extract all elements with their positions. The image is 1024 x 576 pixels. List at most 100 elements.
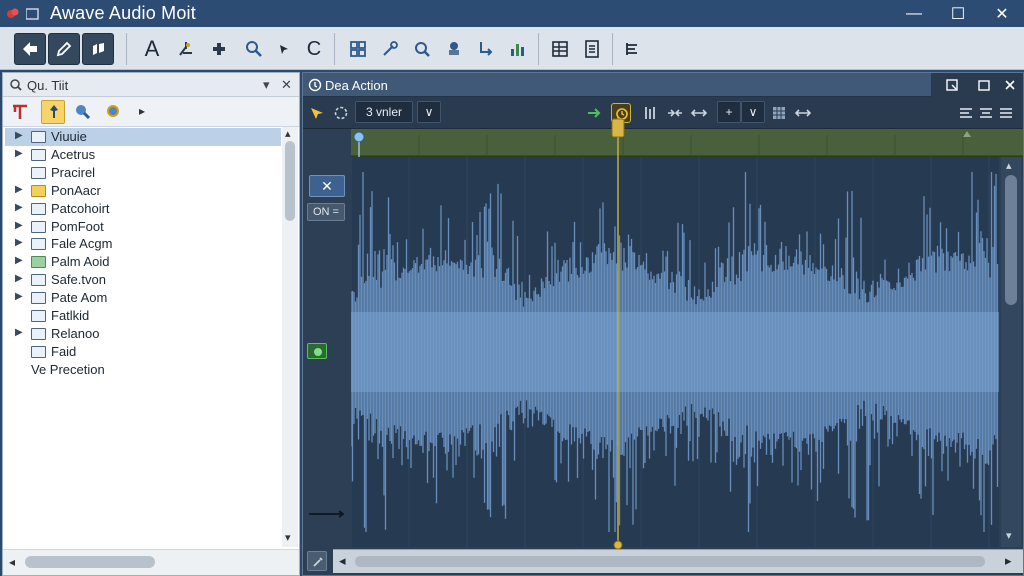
track-on-toggle[interactable]: ON = <box>307 203 345 221</box>
tree-item[interactable]: Ve Precetion <box>5 361 281 379</box>
bars-icon[interactable] <box>643 105 659 121</box>
panel-dropdown-icon[interactable]: ▾ <box>263 77 270 93</box>
stamp-icon <box>449 42 459 55</box>
tree-item[interactable]: ▶ Fale Acgm <box>5 235 281 253</box>
search-tool-button[interactable] <box>406 33 438 65</box>
find-icon[interactable] <box>103 103 123 121</box>
editor-vertical-scrollbar[interactable]: ▴ ▾ <box>1001 157 1021 547</box>
stamp-tool-button[interactable] <box>438 33 470 65</box>
waveform-display[interactable] <box>350 157 999 547</box>
c-tool-button[interactable]: C <box>298 33 330 65</box>
minimize-button[interactable]: — <box>892 0 936 27</box>
view-mode-chevron[interactable]: ∨ <box>417 101 441 123</box>
expand-arrow-icon[interactable]: ▶ <box>15 291 23 302</box>
marker-tool-button[interactable] <box>82 33 114 65</box>
expand-arrow-icon[interactable]: ▶ <box>15 220 23 231</box>
more-tools-icon[interactable]: ▸ <box>139 104 145 118</box>
select-arrow-icon[interactable] <box>309 105 325 121</box>
tree-item[interactable]: ▶ Viuuie <box>5 128 281 146</box>
tree-item[interactable]: Faid <box>5 343 281 361</box>
timeline-ruler[interactable] <box>351 129 1023 157</box>
snap-grid-icon[interactable] <box>771 105 787 121</box>
tool-settings-button[interactable] <box>307 551 327 571</box>
scroll-down-icon[interactable]: ▾ <box>1006 529 1012 542</box>
document-button[interactable] <box>576 33 608 65</box>
expand-arrow-icon[interactable]: ▶ <box>15 148 23 159</box>
tree-item[interactable]: Fatlkid <box>5 307 281 325</box>
zoom-tool-button[interactable] <box>238 33 270 65</box>
list-options-button[interactable] <box>616 33 648 65</box>
file-browser-header: Qu. Tiit ▾ ✕ <box>3 73 299 97</box>
scrollbar-thumb[interactable] <box>355 556 985 567</box>
tree-vertical-scrollbar[interactable]: ▴ ▾ <box>282 127 298 547</box>
grid-view-button[interactable] <box>342 33 374 65</box>
loop-icon[interactable] <box>333 105 349 121</box>
editor-horizontal-scrollbar[interactable]: ◂ ▸ <box>333 549 1023 573</box>
app-menu-icon[interactable] <box>26 8 40 20</box>
expand-arrow-icon[interactable]: ▶ <box>15 202 23 213</box>
highlight-tool-button[interactable] <box>41 100 65 124</box>
scroll-right-icon[interactable]: ▸ <box>1005 553 1012 569</box>
tree-item[interactable]: Pracirel <box>5 164 281 182</box>
maximize-button[interactable]: ☐ <box>936 0 980 27</box>
expand-arrow-icon[interactable]: ▶ <box>15 273 23 284</box>
view-mode-dropdown[interactable]: 3 vnler <box>355 101 413 123</box>
tree-item[interactable]: ▶ Patcohoirt <box>5 200 281 218</box>
tree-item[interactable]: ▶ Relanoo <box>5 325 281 343</box>
close-icon[interactable] <box>1003 78 1017 92</box>
table-view-button[interactable] <box>544 33 576 65</box>
scroll-left-icon[interactable]: ◂ <box>9 555 15 569</box>
expand-arrow-icon[interactable]: ▶ <box>15 130 23 141</box>
scrollbar-thumb[interactable] <box>285 141 295 221</box>
align-left-icon[interactable] <box>959 106 973 120</box>
tree-item[interactable]: ▶ Acetrus <box>5 146 281 164</box>
scroll-down-icon[interactable]: ▾ <box>285 531 291 544</box>
fit-icon[interactable] <box>795 106 811 120</box>
add-button[interactable]: + <box>717 101 741 123</box>
filter-icon[interactable] <box>11 103 31 121</box>
loop-start-marker-icon[interactable] <box>351 129 367 157</box>
adjust-tool-button[interactable] <box>170 33 202 65</box>
shrink-icon[interactable] <box>667 106 683 120</box>
tree-item[interactable]: ▶ Safe.tvon <box>5 271 281 289</box>
play-forward-icon[interactable] <box>587 106 603 120</box>
levels-tool-button[interactable] <box>502 33 534 65</box>
text-tool-button[interactable]: A <box>136 33 168 65</box>
cursor-icon <box>280 45 288 54</box>
scroll-up-icon[interactable]: ▴ <box>1006 159 1012 172</box>
restore-icon[interactable] <box>977 78 991 92</box>
track-close-button[interactable]: ✕ <box>309 175 345 197</box>
menu-icon[interactable] <box>999 106 1013 120</box>
tree-horizontal-scrollbar[interactable]: ◂ <box>3 549 299 575</box>
adjust-icon <box>179 42 192 56</box>
back-button[interactable] <box>14 33 46 65</box>
expand-icon[interactable] <box>691 106 707 120</box>
scroll-up-icon[interactable]: ▴ <box>285 127 291 140</box>
wand-tool-button[interactable] <box>374 33 406 65</box>
tree-item[interactable]: ▶ Pate Aom <box>5 289 281 307</box>
pencil-tool-button[interactable] <box>48 33 80 65</box>
close-button[interactable]: ✕ <box>980 0 1024 27</box>
zoom-icon[interactable] <box>73 103 93 121</box>
scroll-left-icon[interactable]: ◂ <box>339 553 346 569</box>
expand-arrow-icon[interactable]: ▶ <box>15 237 23 248</box>
plugin-tool-button[interactable] <box>204 33 236 65</box>
expand-arrow-icon[interactable]: ▶ <box>15 184 23 195</box>
return-tool-button[interactable] <box>470 33 502 65</box>
tree-item[interactable]: ▶ Palm Aoid <box>5 253 281 271</box>
expand-arrow-icon[interactable]: ▶ <box>15 327 23 338</box>
track-active-button[interactable] <box>307 343 327 359</box>
expand-arrow-icon[interactable]: ▶ <box>15 255 23 266</box>
scrollbar-thumb[interactable] <box>25 556 155 568</box>
tree-item[interactable]: ▶ PonAacr <box>5 182 281 200</box>
tree-item-label: PonAacr <box>51 182 101 198</box>
panel-close-icon[interactable]: ✕ <box>281 77 292 93</box>
cursor-tool-button[interactable] <box>268 33 300 65</box>
add-options-chevron[interactable]: ∨ <box>741 101 765 123</box>
playhead-marker[interactable] <box>609 117 627 549</box>
align-center-icon[interactable] <box>979 106 993 120</box>
tree-item[interactable]: ▶ PomFoot <box>5 218 281 236</box>
folder-icon <box>31 202 46 215</box>
scrollbar-thumb[interactable] <box>1005 175 1017 305</box>
popout-icon[interactable] <box>945 78 959 92</box>
